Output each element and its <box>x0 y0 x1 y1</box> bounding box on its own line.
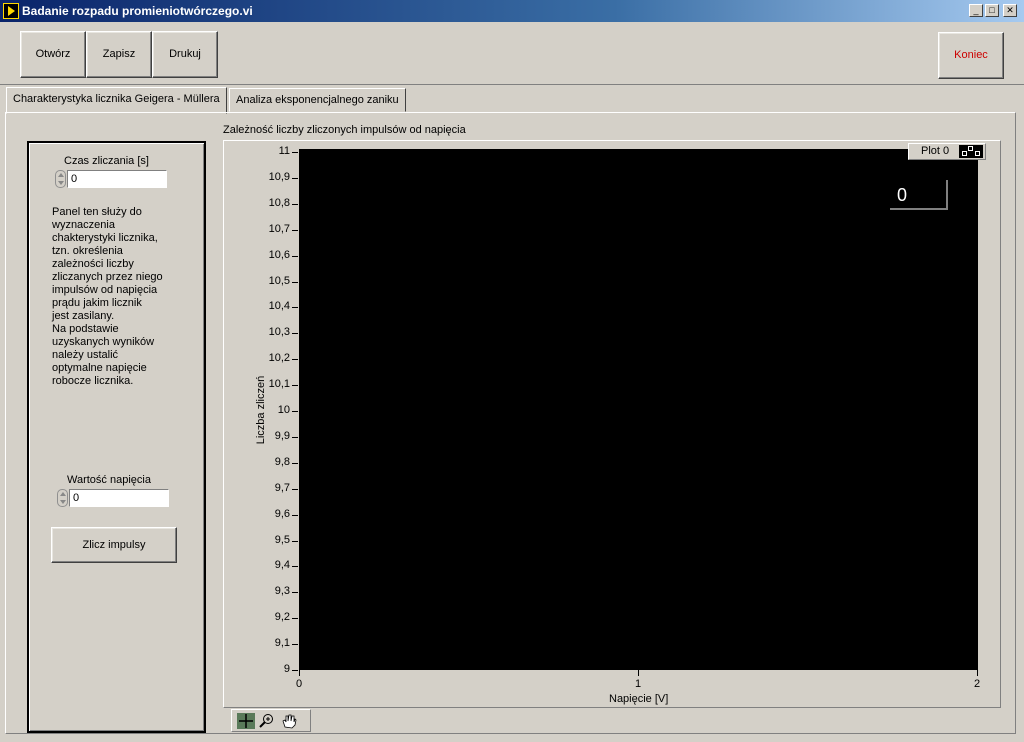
y-tick-mark <box>292 411 298 412</box>
tab-geiger-characteristic[interactable]: Charakterystyka licznika Geigera - Mülle… <box>6 87 227 114</box>
tab-exponential-decay[interactable]: Analiza eksponencjalnego zaniku <box>229 88 406 112</box>
y-tick-label: 9,7 <box>274 481 290 494</box>
description-line: należy ustalić <box>52 349 119 361</box>
x-tick-label: 1 <box>635 678 642 690</box>
y-tick-mark <box>292 178 298 179</box>
legend-swatch-icon <box>959 145 983 158</box>
y-tick-mark <box>292 463 298 464</box>
zoom-icon[interactable] <box>258 713 276 729</box>
y-tick-label: 10,5 <box>268 274 290 287</box>
description-line: jest zasilany. <box>52 310 115 322</box>
description-line: impulsów od napięcia <box>52 284 158 296</box>
minimize-icon[interactable]: _ <box>969 4 983 17</box>
y-tick-mark <box>292 204 298 205</box>
y-tick-label: 9,3 <box>274 585 290 598</box>
y-tick-mark <box>292 230 298 231</box>
y-tick-label: 10,4 <box>268 300 290 313</box>
y-tick-mark <box>292 152 298 153</box>
exit-button[interactable]: Koniec <box>938 32 1004 79</box>
y-tick-label: 10,6 <box>268 248 290 261</box>
title-bar: Badanie rozpadu promieniotwórczego.vi _ … <box>0 0 1024 22</box>
y-tick-mark <box>292 670 298 671</box>
y-tick-mark <box>292 618 298 619</box>
voltage-label: Wartość napięcia <box>67 474 151 486</box>
save-button[interactable]: Zapisz <box>86 31 152 78</box>
window-title: Badanie rozpadu promieniotwórczego.vi <box>22 4 253 18</box>
count-impulses-button[interactable]: Zlicz impulsy <box>51 527 177 563</box>
description-line: Na podstawie <box>52 323 119 335</box>
x-tick-mark <box>638 670 639 676</box>
y-tick-label: 11 <box>278 145 290 157</box>
y-tick-mark <box>292 385 298 386</box>
y-tick-label: 9,6 <box>274 507 290 520</box>
y-tick-mark <box>292 515 298 516</box>
y-axis-title: Liczba zliczeń <box>255 375 267 445</box>
open-button[interactable]: Otwórz <box>20 31 86 78</box>
close-icon[interactable]: ✕ <box>1003 4 1017 17</box>
x-tick-mark <box>299 670 300 676</box>
panel-description: Panel ten służy do wyznaczenia chakterysty… <box>52 206 172 388</box>
y-tick-label: 9,2 <box>274 611 290 624</box>
y-tick-label: 9,1 <box>274 637 290 650</box>
tab-bar: Charakterystyka licznika Geigera - Mülle… <box>0 87 1024 114</box>
description-line: tzn. określenia <box>52 245 123 257</box>
y-tick-label: 9,4 <box>274 559 290 572</box>
graph-palette <box>231 709 311 732</box>
y-tick-mark <box>292 566 298 567</box>
y-tick-mark <box>292 437 298 438</box>
x-axis-title: Napięcie [V] <box>609 693 669 705</box>
y-tick-mark <box>292 489 298 490</box>
toolbar: Otwórz Zapisz Drukuj Koniec <box>0 22 1024 85</box>
y-tick-label: 10,7 <box>268 222 290 235</box>
y-tick-label: 9,5 <box>274 533 290 546</box>
y-tick-label: 10,3 <box>268 326 290 339</box>
y-tick-mark <box>292 307 298 308</box>
count-time-label: Czas zliczania [s] <box>64 155 149 167</box>
description-line: optymalne napięcie <box>52 362 147 374</box>
description-line: wyznaczenia <box>52 219 115 231</box>
maximize-icon[interactable]: □ <box>985 4 999 17</box>
description-line: chakterystyki licznika, <box>52 232 158 244</box>
count-time-input[interactable]: 0 <box>67 170 167 188</box>
pan-hand-icon[interactable] <box>280 713 298 729</box>
description-line: zliczanych przez niego <box>52 271 163 283</box>
voltage-spinner[interactable] <box>57 489 68 507</box>
print-button[interactable]: Drukuj <box>152 31 218 78</box>
description-line: zależności liczby <box>52 258 134 270</box>
legend-series-name: Plot 0 <box>921 145 950 157</box>
y-tick-mark <box>292 541 298 542</box>
graph-title: Zależność liczby zliczonych impulsów od … <box>223 124 466 136</box>
y-tick-mark <box>292 333 298 334</box>
labview-app-icon[interactable] <box>3 3 19 19</box>
x-tick-mark <box>977 670 978 676</box>
description-line: robocze licznika. <box>52 375 134 387</box>
y-tick-label: 10,8 <box>268 196 290 209</box>
plot-area[interactable] <box>299 149 978 670</box>
y-tick-mark <box>292 282 298 283</box>
y-tick-mark <box>292 644 298 645</box>
y-tick-label: 9 <box>283 663 290 675</box>
y-tick-mark <box>292 592 298 593</box>
y-tick-mark <box>292 256 298 257</box>
x-tick-label: 2 <box>974 678 981 690</box>
plot-legend[interactable]: Plot 0 <box>908 143 986 160</box>
x-tick-label: 0 <box>296 678 303 690</box>
y-tick-label: 10,9 <box>268 170 290 183</box>
description-line: Panel ten służy do <box>52 206 142 218</box>
description-line: prądu jakim licznik <box>52 297 142 309</box>
voltage-input[interactable]: 0 <box>69 489 169 507</box>
digital-display: 0 <box>890 180 948 210</box>
description-line: uzyskanych wyników <box>52 336 155 348</box>
y-tick-mark <box>292 359 298 360</box>
count-time-spinner[interactable] <box>55 170 66 188</box>
crosshair-icon[interactable] <box>237 713 255 729</box>
